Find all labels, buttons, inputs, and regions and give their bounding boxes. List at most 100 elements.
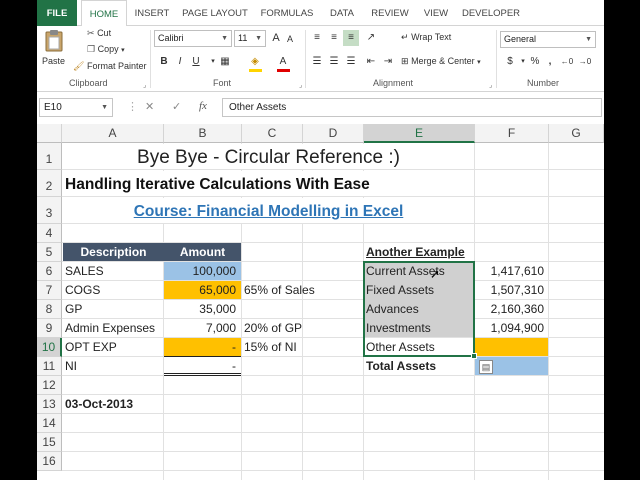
tab-insert[interactable]: INSERT [129,0,175,26]
align-bottom-icon[interactable]: ≡ [343,30,359,46]
tab-file[interactable]: FILE [37,0,77,26]
number-format-select[interactable]: General ▼ [500,31,596,48]
row-header-10[interactable]: 10 [37,338,62,357]
row-header-3[interactable]: 3 [37,197,62,224]
wrap-text-button[interactable]: ↵ Wrap Text [401,32,451,43]
comma-button[interactable]: , [542,54,558,70]
table2-value-cell[interactable]: 1,417,610 [475,262,549,281]
font-color-icon[interactable]: A [275,54,291,70]
dialog-launcher-icon[interactable]: ⌟ [299,81,302,89]
chevron-down-icon: ▾ [121,47,125,54]
column-header-e[interactable]: E [364,124,475,143]
total-assets-label[interactable]: Total Assets [364,357,475,376]
table1-note-cell[interactable]: 20% of GP [242,319,342,338]
italic-button[interactable]: I [172,54,188,70]
increase-indent-icon[interactable]: ⇥ [380,54,396,70]
orientation-icon[interactable]: ↗ [363,30,379,46]
align-left-icon[interactable]: ☰ [309,54,325,70]
tab-review[interactable]: REVIEW [365,0,415,26]
percent-button[interactable]: % [527,54,543,70]
copy-button[interactable]: ❐ Copy ▾ [87,44,125,55]
row-header-11[interactable]: 11 [37,357,62,376]
tab-developer[interactable]: DEVELOPER [457,0,525,26]
column-header-c[interactable]: C [242,124,303,143]
row-header-6[interactable]: 6 [37,262,62,281]
row-header-2[interactable]: 2 [37,170,62,197]
column-header-g[interactable]: G [549,124,604,143]
tab-formulas[interactable]: FORMULAS [255,0,319,26]
row-header-5[interactable]: 5 [37,243,62,262]
table2-value-cell[interactable]: 1,507,310 [475,281,549,300]
date-cell[interactable]: 03-Oct-2013 [63,395,164,414]
row-header-14[interactable]: 14 [37,414,62,433]
row-header-15[interactable]: 15 [37,433,62,452]
table1-amount-cell[interactable]: 100,000 [164,262,241,281]
table2-header[interactable]: Another Example [364,243,475,262]
insert-function-icon[interactable]: fx [199,100,207,112]
group-divider [150,30,151,88]
select-all-corner[interactable] [37,124,62,143]
borders-icon[interactable]: ▦ [217,54,233,70]
column-header-d[interactable]: D [303,124,364,143]
table1-amount-cell[interactable]: - [164,338,241,357]
format-painter-button[interactable]: 🖌 Format Painter [73,61,146,72]
paste-button[interactable]: Paste [41,29,67,73]
row-header-9[interactable]: 9 [37,319,62,338]
column-header-f[interactable]: F [475,124,549,143]
row-header-16[interactable]: 16 [37,452,62,471]
tab-home[interactable]: HOME [81,0,127,27]
table1-header-description[interactable]: Description [63,243,164,262]
increase-decimal-icon[interactable]: ←0 [559,54,575,70]
row-header-8[interactable]: 8 [37,300,62,319]
fill-color-icon[interactable]: ◈ [247,54,263,70]
align-center-icon[interactable]: ☰ [326,54,342,70]
cut-button[interactable]: ✂ Cut [87,28,111,39]
dialog-launcher-icon[interactable]: ⌟ [489,81,492,89]
number-format-value: General [504,34,537,44]
course-link[interactable]: Course: Financial Modelling in Excel [63,198,474,223]
underline-button[interactable]: U [188,54,204,70]
fill-handle[interactable] [471,353,477,359]
table1-desc-cell[interactable]: Admin Expenses [63,319,164,338]
merge-center-button[interactable]: ⊞ Merge & Center ▾ [401,56,481,67]
row-header-7[interactable]: 7 [37,281,62,300]
dialog-launcher-icon[interactable]: ⌟ [143,81,146,89]
decrease-decimal-icon[interactable]: →0 [577,54,593,70]
column-header-a[interactable]: A [62,124,164,143]
table1-desc-cell[interactable]: SALES [63,262,164,281]
table1-desc-cell[interactable]: COGS [63,281,164,300]
row-header-12[interactable]: 12 [37,376,62,395]
align-right-icon[interactable]: ☰ [343,54,359,70]
column-header-b[interactable]: B [164,124,242,143]
align-middle-icon[interactable]: ≡ [326,30,342,46]
table2-value-cell[interactable]: 1,094,900 [475,319,549,338]
table1-desc-cell[interactable]: GP [63,300,164,319]
table1-note-cell[interactable]: 65% of Sales [242,281,342,300]
table1-desc-cell[interactable]: OPT EXP [63,338,164,357]
table1-amount-cell[interactable]: 7,000 [164,319,241,338]
table1-header-amount[interactable]: Amount [164,243,241,262]
font-name-select[interactable]: Calibri ▼ [154,30,232,47]
table1-note-cell[interactable]: 15% of NI [242,338,342,357]
cancel-icon[interactable]: ✕ [145,100,154,113]
align-top-icon[interactable]: ≡ [309,30,325,46]
name-box[interactable]: E10 ▼ [39,98,113,117]
table1-desc-cell[interactable]: NI [63,357,164,376]
table1-amount-cell[interactable]: 65,000 [164,281,241,300]
row-header-13[interactable]: 13 [37,395,62,414]
bold-button[interactable]: B [156,54,172,70]
row-header-4[interactable]: 4 [37,224,62,243]
table1-amount-cell[interactable]: 35,000 [164,300,241,319]
formula-input[interactable]: Other Assets [222,98,602,117]
enter-check-icon[interactable]: ✓ [172,100,181,113]
decrease-indent-icon[interactable]: ⇤ [363,54,379,70]
wrap-text-label: Wrap Text [411,32,452,42]
quick-analysis-icon[interactable]: ▤ [479,360,493,374]
tab-data[interactable]: DATA [321,0,363,26]
font-size-select[interactable]: 11 ▼ [234,30,266,47]
tab-view[interactable]: VIEW [417,0,455,26]
decrease-font-icon[interactable]: A [282,31,298,47]
tab-page-layout[interactable]: PAGE LAYOUT [177,0,253,26]
row-header-1[interactable]: 1 [37,143,62,170]
table2-value-cell[interactable]: 2,160,360 [475,300,549,319]
